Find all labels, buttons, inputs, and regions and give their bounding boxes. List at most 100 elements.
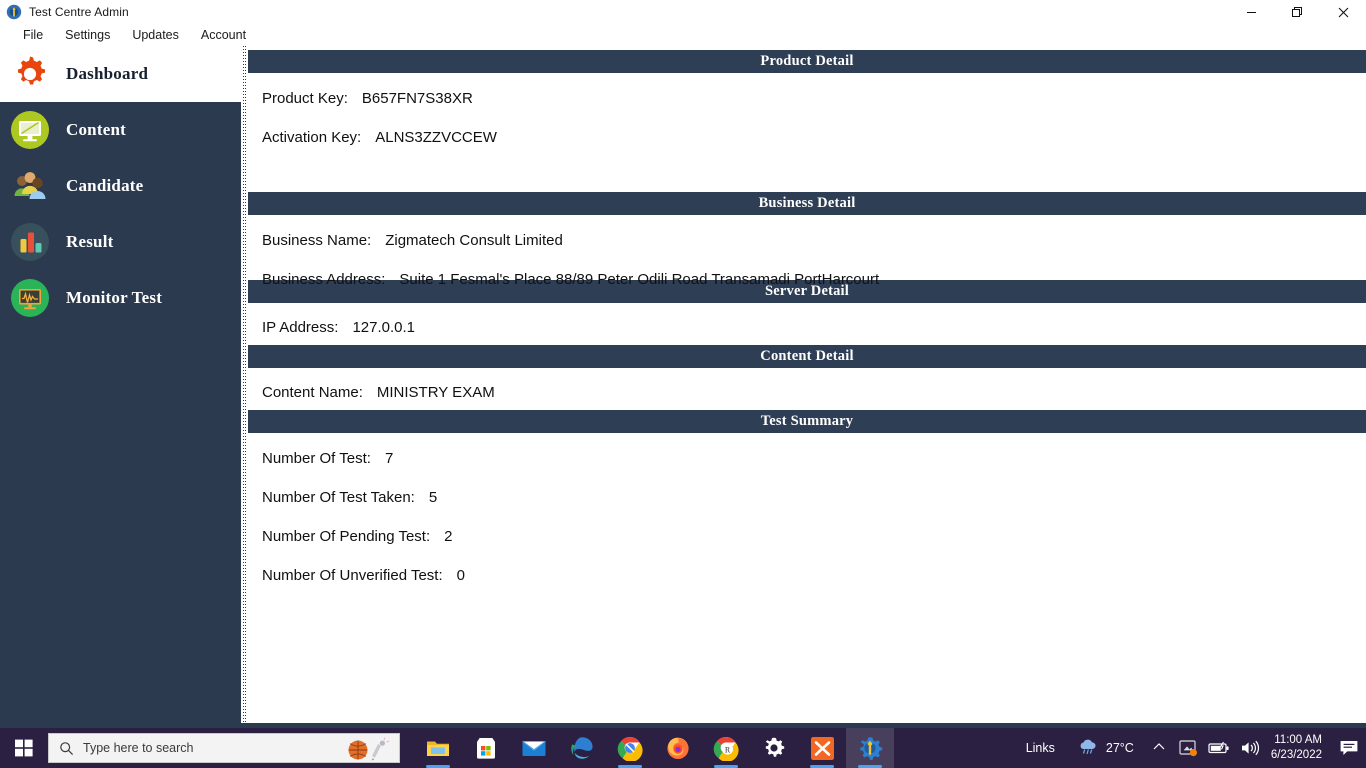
cloud-rain-icon: [1077, 737, 1099, 760]
battery-icon[interactable]: [1203, 741, 1235, 755]
search-input[interactable]: Type here to search: [83, 741, 193, 755]
row-activation-key: Activation Key: ALNS3ZZVCCEW: [262, 129, 1366, 146]
row-number-of-test: Number Of Test: 7: [262, 450, 1366, 467]
volume-icon[interactable]: [1235, 740, 1265, 756]
chrome-beta-icon[interactable]: [606, 728, 654, 768]
section-body-business-detail: Business Name: Zigmatech Consult Limited…: [248, 215, 1366, 288]
label-number-of-pending-test: Number Of Pending Test:: [262, 528, 431, 545]
clock-time: 11:00 AM: [1274, 734, 1322, 747]
row-business-name: Business Name: Zigmatech Consult Limited: [262, 232, 1366, 249]
restore-button[interactable]: [1274, 0, 1320, 24]
value-number-of-unverified-test: 0: [456, 567, 465, 584]
row-content-name: Content Name: MINISTRY EXAM: [262, 384, 1366, 401]
value-product-key: B657FN7S38XR: [361, 90, 473, 107]
sidebar-item-label: Monitor Test: [66, 288, 163, 307]
value-number-of-test-taken: 5: [428, 489, 438, 506]
windows-taskbar: Type here to search R Links 27°C 11:00 A…: [0, 728, 1366, 768]
row-number-of-pending-test: Number Of Pending Test: 2: [262, 528, 1366, 545]
weather-widget[interactable]: 27°C: [1067, 737, 1144, 760]
section-body-product-detail: Product Key: B657FN7S38XR Activation Key…: [248, 73, 1366, 180]
file-explorer-icon[interactable]: [414, 728, 462, 768]
sidebar-item-monitor-test[interactable]: Monitor Test: [0, 270, 241, 326]
row-number-of-unverified-test: Number Of Unverified Test: 0: [262, 567, 1366, 584]
sidebar-item-label: Dashboard: [66, 64, 149, 83]
application-window: Test Centre Admin File Settings Updates …: [0, 0, 1366, 768]
dashboard-content: Product Detail Product Key: B657FN7S38XR…: [248, 46, 1366, 723]
label-activation-key: Activation Key:: [262, 129, 362, 146]
main-body: Dashboard Content Candidate Result Monit…: [0, 46, 1366, 728]
window-controls: [1228, 0, 1366, 24]
weather-temperature: 27°C: [1105, 741, 1134, 755]
section-header-product-detail: Product Detail: [248, 50, 1366, 73]
close-button[interactable]: [1320, 0, 1366, 24]
label-business-address: Business Address:: [262, 271, 386, 288]
users-icon: [8, 164, 52, 208]
sidebar-item-candidate[interactable]: Candidate: [0, 158, 241, 214]
mail-icon[interactable]: [510, 728, 558, 768]
menu-settings[interactable]: Settings: [54, 26, 121, 44]
gear-icon: [8, 52, 52, 96]
minimize-button[interactable]: [1228, 0, 1274, 24]
label-product-key: Product Key:: [262, 90, 348, 107]
app-gear-wrench-icon: [6, 4, 22, 20]
value-number-of-test: 7: [384, 450, 394, 467]
label-number-of-test-taken: Number Of Test Taken:: [262, 489, 415, 506]
firefox-icon[interactable]: [654, 728, 702, 768]
test-centre-admin-icon[interactable]: [846, 728, 894, 768]
menu-account[interactable]: Account: [190, 26, 257, 44]
value-business-name: Zigmatech Consult Limited: [385, 232, 563, 249]
sidebar-item-label: Result: [66, 232, 114, 251]
edge-icon[interactable]: [558, 728, 606, 768]
row-ip-address: IP Address: 127.0.0.1: [262, 319, 1366, 336]
search-box[interactable]: Type here to search: [48, 733, 400, 763]
clock-date: 6/23/2022: [1270, 749, 1322, 761]
row-number-of-test-taken: Number Of Test Taken: 5: [262, 489, 1366, 506]
svg-text:R: R: [725, 745, 731, 754]
sidebar-item-label: Candidate: [66, 176, 144, 195]
sidebar-item-result[interactable]: Result: [0, 214, 241, 270]
sidebar-item-content[interactable]: Content: [0, 102, 241, 158]
sidebar-item-label: Content: [66, 120, 126, 139]
section-header-business-detail: Business Detail: [248, 192, 1366, 215]
search-highlight-icon: [345, 736, 391, 762]
label-business-name: Business Name:: [262, 232, 372, 249]
section-header-content-detail: Content Detail: [248, 345, 1366, 368]
waveform-monitor-icon: [8, 276, 52, 320]
label-ip-address: IP Address:: [262, 319, 339, 336]
microsoft-store-icon[interactable]: [462, 728, 510, 768]
value-ip-address: 127.0.0.1: [352, 319, 415, 336]
monitor-icon: [8, 108, 52, 152]
value-activation-key: ALNS3ZZVCCEW: [375, 129, 497, 146]
settings-gear-icon[interactable]: [750, 728, 798, 768]
menu-file[interactable]: File: [12, 26, 54, 44]
bar-chart-icon: [8, 220, 52, 264]
action-center-icon[interactable]: [1332, 728, 1366, 768]
sidebar-navigation: Dashboard Content Candidate Result Monit…: [0, 46, 241, 723]
section-header-test-summary: Test Summary: [248, 410, 1366, 433]
xampp-icon[interactable]: [798, 728, 846, 768]
system-tray: Links 27°C 11:00 AM 6/23/2022: [1014, 728, 1366, 768]
window-title: Test Centre Admin: [29, 5, 129, 19]
onedrive-sync-icon[interactable]: [1174, 739, 1203, 757]
label-number-of-unverified-test: Number Of Unverified Test:: [262, 567, 443, 584]
label-content-name: Content Name:: [262, 384, 363, 401]
value-number-of-pending-test: 2: [444, 528, 453, 545]
sidebar-item-dashboard[interactable]: Dashboard: [0, 46, 241, 102]
menu-updates[interactable]: Updates: [121, 26, 190, 44]
start-button[interactable]: [0, 728, 48, 768]
label-number-of-test: Number Of Test:: [262, 450, 371, 467]
clock[interactable]: 11:00 AM 6/23/2022: [1265, 733, 1332, 762]
menu-bar: File Settings Updates Account: [0, 24, 1366, 46]
chrome-r-icon[interactable]: R: [702, 728, 750, 768]
chevron-up-icon[interactable]: [1144, 742, 1174, 754]
section-body-test-summary: Number Of Test: 7 Number Of Test Taken: …: [248, 433, 1366, 584]
taskbar-app-icons: R: [414, 728, 894, 768]
sidebar-splitter[interactable]: [241, 46, 248, 723]
row-product-key: Product Key: B657FN7S38XR: [262, 90, 1366, 107]
section-body-content-detail: Content Name: MINISTRY EXAM: [248, 368, 1366, 410]
value-content-name: MINISTRY EXAM: [376, 384, 495, 401]
search-icon: [49, 741, 83, 756]
title-bar: Test Centre Admin: [0, 0, 1366, 24]
section-body-server-detail: IP Address: 127.0.0.1: [248, 303, 1366, 345]
tray-links-label[interactable]: Links: [1014, 741, 1067, 755]
